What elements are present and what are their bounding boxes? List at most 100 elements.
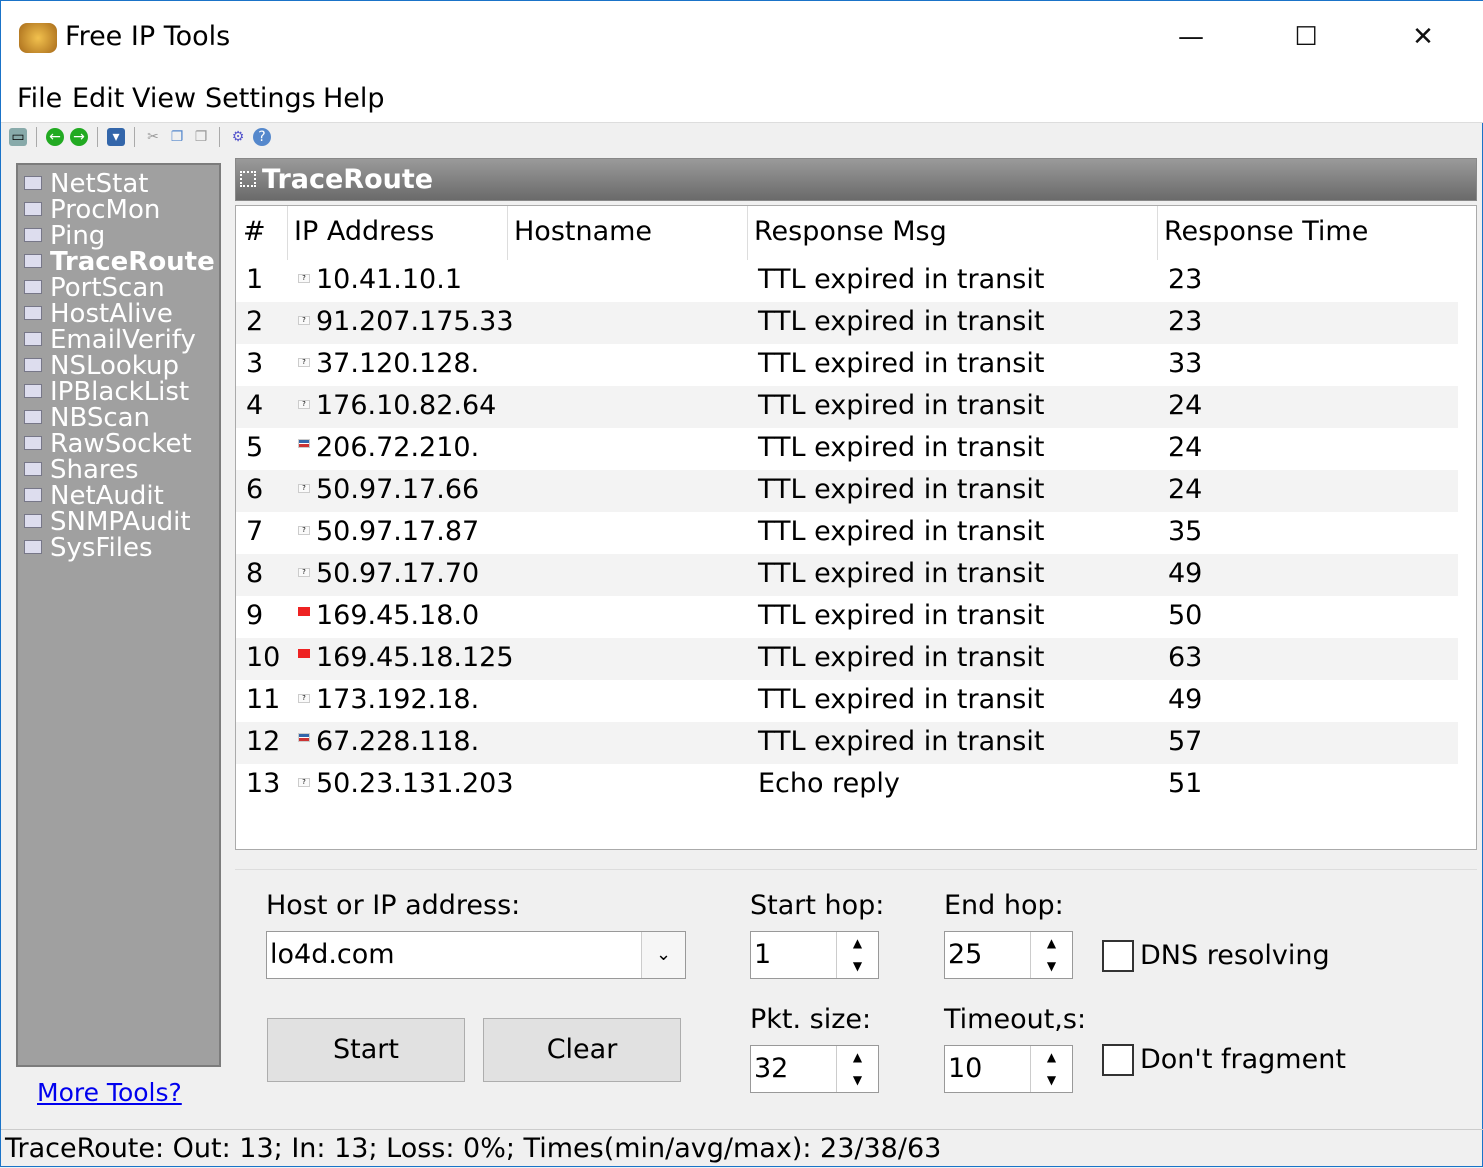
back-icon[interactable]: ← [46,128,64,146]
computer-icon[interactable]: ▭ [9,128,27,146]
dns-resolving-checkbox[interactable] [1102,940,1134,972]
hop-number: 8 [246,558,264,589]
table-row[interactable]: 10 169.45.18.125 TTL expired in transit 63 [236,638,1458,680]
spin-down-icon[interactable]: ▼ [837,1069,878,1092]
sidebar-item-procmon[interactable]: ProcMon [24,197,160,223]
sidebar-item-traceroute[interactable]: TraceRoute [24,249,215,275]
sidebar-item-rawsocket[interactable]: RawSocket [24,431,192,457]
tools-sidebar: NetStat ProcMon Ping TraceRoute PortScan Host… [16,163,221,1067]
table-row[interactable]: 6 ? 50.97.17.66 TTL expired in transit 24 [236,470,1458,512]
clear-button[interactable]: Clear [483,1018,681,1082]
ip-address: ? 50.97.17.87 [298,516,479,547]
menu-view[interactable]: View [132,83,196,114]
flag-unknown-icon: ? [298,526,310,535]
netaudit-icon [24,488,42,502]
spin-up-icon[interactable]: ▲ [1031,932,1072,955]
menu-help[interactable]: Help [323,83,385,114]
more-tools-link[interactable]: More Tools? [37,1078,182,1107]
menu-settings[interactable]: Settings [205,83,316,114]
forward-icon[interactable]: → [70,128,88,146]
settings-icon[interactable]: ⚙ [229,128,247,146]
paste-icon[interactable]: ❐ [192,128,210,146]
response-time: 23 [1168,264,1203,295]
spin-up-icon[interactable]: ▲ [837,932,878,955]
pkt-size-stepper[interactable]: 32 ▲ ▼ [750,1045,879,1093]
hop-number: 13 [246,768,281,799]
start-hop-label: Start hop: [750,890,885,921]
sidebar-item-portscan[interactable]: PortScan [24,275,165,301]
spin-up-icon[interactable]: ▲ [1031,1046,1072,1069]
copy-icon[interactable]: ❐ [168,128,186,146]
col-header-hostname[interactable]: Hostname [514,216,652,247]
hop-number: 10 [246,642,281,673]
close-button[interactable]: ✕ [1393,15,1453,59]
response-time: 35 [1168,516,1203,547]
save-icon[interactable]: ▾ [107,128,125,146]
sidebar-item-shares[interactable]: Shares [24,457,139,483]
table-row[interactable]: 9 169.45.18.0 TTL expired in transit 50 [236,596,1458,638]
end-hop-label: End hop: [944,890,1064,921]
ip-address: ? 50.97.17.66 [298,474,479,505]
table-row[interactable]: 2 ? 91.207.175.33 TTL expired in transit 23 [236,302,1458,344]
response-time: 51 [1168,768,1203,799]
help-icon[interactable]: ? [253,128,271,146]
ip-address: ? 173.192.18. [298,684,479,715]
table-row[interactable]: 7 ? 50.97.17.87 TTL expired in transit 35 [236,512,1458,554]
response-msg: TTL expired in transit [758,684,1045,715]
start-button[interactable]: Start [267,1018,465,1082]
timeout-stepper[interactable]: 10 ▲ ▼ [944,1045,1073,1093]
results-table[interactable]: # IP Address Hostname Response Msg Respo… [235,205,1477,850]
table-row[interactable]: 4 ? 176.10.82.64 TTL expired in transit 24 [236,386,1458,428]
spin-down-icon[interactable]: ▼ [1031,1069,1072,1092]
chevron-down-icon[interactable]: ⌄ [641,932,685,978]
pkt-size-value: 32 [754,1053,789,1084]
table-row[interactable]: 3 ? 37.120.128. TTL expired in transit 33 [236,344,1458,386]
flag-unknown-icon: ? [298,400,310,409]
sidebar-item-emailverify[interactable]: EmailVerify [24,327,196,353]
table-row[interactable]: 1 ? 10.41.10.1 TTL expired in transit 23 [236,260,1458,302]
maximize-button[interactable]: ☐ [1276,15,1336,59]
menu-file[interactable]: File [17,83,62,114]
col-header-number[interactable]: # [243,216,266,247]
spin-down-icon[interactable]: ▼ [837,955,878,978]
sidebar-item-ipblacklist[interactable]: IPBlackList [24,379,189,405]
dns-resolving-label[interactable]: DNS resolving [1140,940,1330,971]
table-row[interactable]: 11 ? 173.192.18. TTL expired in transit 49 [236,680,1458,722]
timeout-label: Timeout,s: [944,1004,1087,1035]
table-row[interactable]: 5 206.72.210. TTL expired in transit 24 [236,428,1458,470]
dont-fragment-label[interactable]: Don't fragment [1140,1044,1346,1075]
hop-number: 3 [246,348,264,379]
spin-up-icon[interactable]: ▲ [837,1046,878,1069]
minimize-button[interactable]: — [1161,15,1221,59]
sidebar-item-netaudit[interactable]: NetAudit [24,483,164,509]
status-bar: TraceRoute: Out: 13; In: 13; Loss: 0%; T… [1,1129,1483,1168]
table-row[interactable]: 12 67.228.118. TTL expired in transit 57 [236,722,1458,764]
hop-number: 7 [246,516,264,547]
col-header-ip[interactable]: IP Address [294,216,434,247]
col-header-response-time[interactable]: Response Time [1164,216,1368,247]
sidebar-item-ping[interactable]: Ping [24,223,105,249]
hop-number: 12 [246,726,281,757]
dont-fragment-checkbox[interactable] [1102,1044,1134,1076]
toolbar: ▭ ← → ▾ ✂ ❐ ❐ ⚙ ? [9,125,271,149]
menu-edit[interactable]: Edit [72,83,124,114]
spin-down-icon[interactable]: ▼ [1031,955,1072,978]
shares-icon [24,462,42,476]
response-msg: TTL expired in transit [758,642,1045,673]
window-title: Free IP Tools [65,21,231,52]
sidebar-item-netstat[interactable]: NetStat [24,171,148,197]
host-combobox[interactable]: lo4d.com ⌄ [266,931,686,979]
sidebar-item-hostalive[interactable]: HostAlive [24,301,173,327]
table-row[interactable]: 13 ? 50.23.131.203 Echo reply 51 [236,764,1458,806]
sidebar-item-snmpaudit[interactable]: SNMPAudit [24,509,191,535]
panel-header: TraceRoute [235,158,1477,201]
cut-icon[interactable]: ✂ [144,128,162,146]
table-row[interactable]: 8 ? 50.97.17.70 TTL expired in transit 49 [236,554,1458,596]
sidebar-item-sysfiles[interactable]: SysFiles [24,535,153,561]
sidebar-item-nslookup[interactable]: NSLookup [24,353,179,379]
start-hop-stepper[interactable]: 1 ▲ ▼ [750,931,879,979]
col-header-response-msg[interactable]: Response Msg [754,216,947,247]
sidebar-item-nbscan[interactable]: NBScan [24,405,150,431]
end-hop-stepper[interactable]: 25 ▲ ▼ [944,931,1073,979]
flag-unknown-icon: ? [298,484,310,493]
